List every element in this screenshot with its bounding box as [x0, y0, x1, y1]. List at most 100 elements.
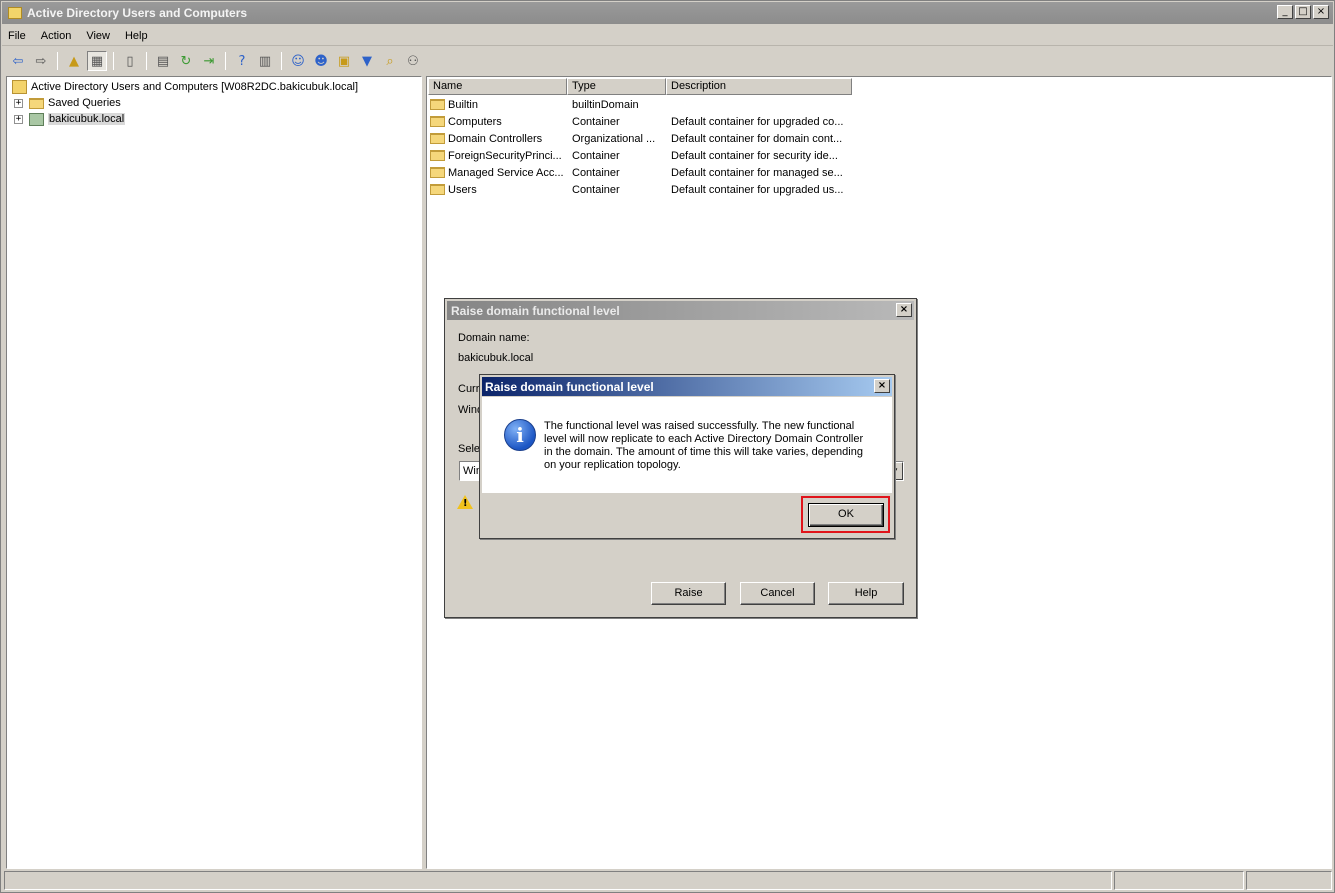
- status-pane-main: [4, 871, 1112, 890]
- menu-file[interactable]: File: [8, 30, 26, 42]
- ou-folder-icon: [430, 133, 445, 144]
- help-button[interactable]: Help: [828, 582, 904, 605]
- column-header-name[interactable]: Name: [428, 78, 567, 95]
- export-list-icon[interactable]: ⇥: [199, 51, 219, 71]
- folder-icon: [29, 97, 44, 109]
- item-name: Computers: [448, 115, 502, 128]
- item-type: Organizational ...: [572, 132, 656, 145]
- expand-icon[interactable]: +: [14, 98, 23, 108]
- list-item[interactable]: ForeignSecurityPrinci... Container Defau…: [430, 147, 838, 164]
- window-title: Active Directory Users and Computers: [27, 6, 248, 20]
- add-to-group-icon[interactable]: ⚇: [403, 51, 423, 71]
- toolbar-separator: [225, 52, 226, 70]
- help-icon[interactable]: ?: [232, 51, 252, 71]
- folder-icon: [430, 116, 445, 127]
- show-hide-tree-icon[interactable]: ▦: [87, 51, 107, 71]
- message-body: i The functional level was raised succes…: [482, 397, 892, 493]
- message-close-button[interactable]: ×: [874, 379, 890, 393]
- menu-help[interactable]: Help: [125, 30, 148, 42]
- action-pane-icon[interactable]: ▥: [255, 51, 275, 71]
- new-ou-icon[interactable]: ▣: [334, 51, 354, 71]
- cancel-button[interactable]: Cancel: [740, 582, 815, 605]
- tree-item-label: Saved Queries: [48, 97, 121, 109]
- warning-icon-mark: !: [463, 498, 468, 509]
- item-description: Default container for security ide...: [671, 149, 838, 162]
- folder-icon: [430, 167, 445, 178]
- folder-icon: [430, 99, 445, 110]
- status-bar: [4, 871, 1332, 890]
- close-button[interactable]: ×: [1313, 5, 1329, 19]
- column-header-description[interactable]: Description: [666, 78, 852, 95]
- menu-view[interactable]: View: [86, 30, 110, 42]
- item-description: Default container for managed se...: [671, 166, 843, 179]
- status-pane-secondary: [1114, 871, 1244, 890]
- tree-item-saved-queries[interactable]: + Saved Queries: [14, 95, 121, 111]
- status-pane-tertiary: [1246, 871, 1332, 890]
- item-description: Default container for domain cont...: [671, 132, 843, 145]
- up-level-icon[interactable]: ▲: [64, 51, 84, 71]
- toolbar: ⇦ ⇨ ▲ ▦ ▯ ▤ ↻ ⇥ ? ▥ ☺ ☻ ▣ ▼ ⌕ ⚇: [2, 48, 1333, 74]
- menu-action[interactable]: Action: [41, 30, 72, 42]
- item-description: Default container for upgraded co...: [671, 115, 844, 128]
- find-icon[interactable]: ⌕: [380, 51, 400, 71]
- list-item[interactable]: Users Container Default container for up…: [430, 181, 843, 198]
- delete-icon[interactable]: ▯: [120, 51, 140, 71]
- tree-item-label: bakicubuk.local: [48, 113, 126, 125]
- title-bar[interactable]: Active Directory Users and Computers _ □…: [2, 2, 1333, 24]
- window-controls: _ □ ×: [1277, 5, 1329, 19]
- expand-icon[interactable]: +: [14, 114, 23, 124]
- message-line-2: level will now replicate to each Active …: [544, 433, 864, 445]
- message-title-bar[interactable]: Raise domain functional level ×: [482, 377, 892, 396]
- tree-root[interactable]: Active Directory Users and Computers [W0…: [12, 79, 358, 95]
- list-item[interactable]: Builtin builtinDomain: [430, 96, 639, 113]
- domain-name-label: Domain name:: [458, 332, 530, 344]
- item-description: Default container for upgraded us...: [671, 183, 844, 196]
- list-item[interactable]: Domain Controllers Organizational ... De…: [430, 130, 842, 147]
- toolbar-separator: [281, 52, 282, 70]
- info-icon: i: [504, 419, 536, 451]
- item-type: Container: [572, 183, 620, 196]
- message-line-4: on your replication topology.: [544, 459, 681, 471]
- maximize-button[interactable]: □: [1295, 5, 1311, 19]
- app-icon: [8, 7, 22, 19]
- item-type: builtinDomain: [572, 98, 639, 111]
- dialog-close-button[interactable]: ×: [896, 303, 912, 317]
- properties-icon[interactable]: ▤: [153, 51, 173, 71]
- item-name: ForeignSecurityPrinci...: [448, 149, 562, 162]
- refresh-icon[interactable]: ↻: [176, 51, 196, 71]
- item-name: Builtin: [448, 98, 478, 111]
- folder-icon: [430, 184, 445, 195]
- message-title: Raise domain functional level: [485, 379, 654, 394]
- filter-icon[interactable]: ▼: [357, 51, 377, 71]
- success-message-box: Raise domain functional level × i The fu…: [479, 374, 895, 539]
- toolbar-separator: [146, 52, 147, 70]
- dialog-title: Raise domain functional level: [451, 303, 620, 318]
- list-item[interactable]: Managed Service Acc... Container Default…: [430, 164, 843, 181]
- menu-bar: File Action View Help: [2, 26, 1333, 46]
- console-tree[interactable]: Active Directory Users and Computers [W0…: [6, 76, 422, 869]
- new-user-icon[interactable]: ☺: [288, 51, 308, 71]
- folder-icon: [430, 150, 445, 161]
- ok-button[interactable]: OK: [808, 503, 884, 527]
- tree-item-domain[interactable]: + bakicubuk.local: [14, 111, 126, 127]
- snapin-icon: [12, 80, 27, 94]
- forward-icon[interactable]: ⇨: [31, 51, 51, 71]
- raise-button[interactable]: Raise: [651, 582, 726, 605]
- column-header-type[interactable]: Type: [567, 78, 666, 95]
- item-name: Domain Controllers: [448, 132, 543, 145]
- item-type: Container: [572, 149, 620, 162]
- list-item[interactable]: Computers Container Default container fo…: [430, 113, 843, 130]
- toolbar-separator: [57, 52, 58, 70]
- domain-icon: [29, 112, 44, 126]
- new-group-icon[interactable]: ☻: [311, 51, 331, 71]
- dialog-title-bar[interactable]: Raise domain functional level ×: [447, 301, 914, 320]
- item-type: Container: [572, 166, 620, 179]
- message-line-3: in the domain. The amount of time this w…: [544, 446, 863, 458]
- item-name: Users: [448, 183, 477, 196]
- message-line-1: The functional level was raised successf…: [544, 420, 855, 432]
- back-icon[interactable]: ⇦: [8, 51, 28, 71]
- minimize-button[interactable]: _: [1277, 5, 1293, 19]
- domain-name-value: bakicubuk.local: [458, 352, 534, 364]
- item-name: Managed Service Acc...: [448, 166, 564, 179]
- item-type: Container: [572, 115, 620, 128]
